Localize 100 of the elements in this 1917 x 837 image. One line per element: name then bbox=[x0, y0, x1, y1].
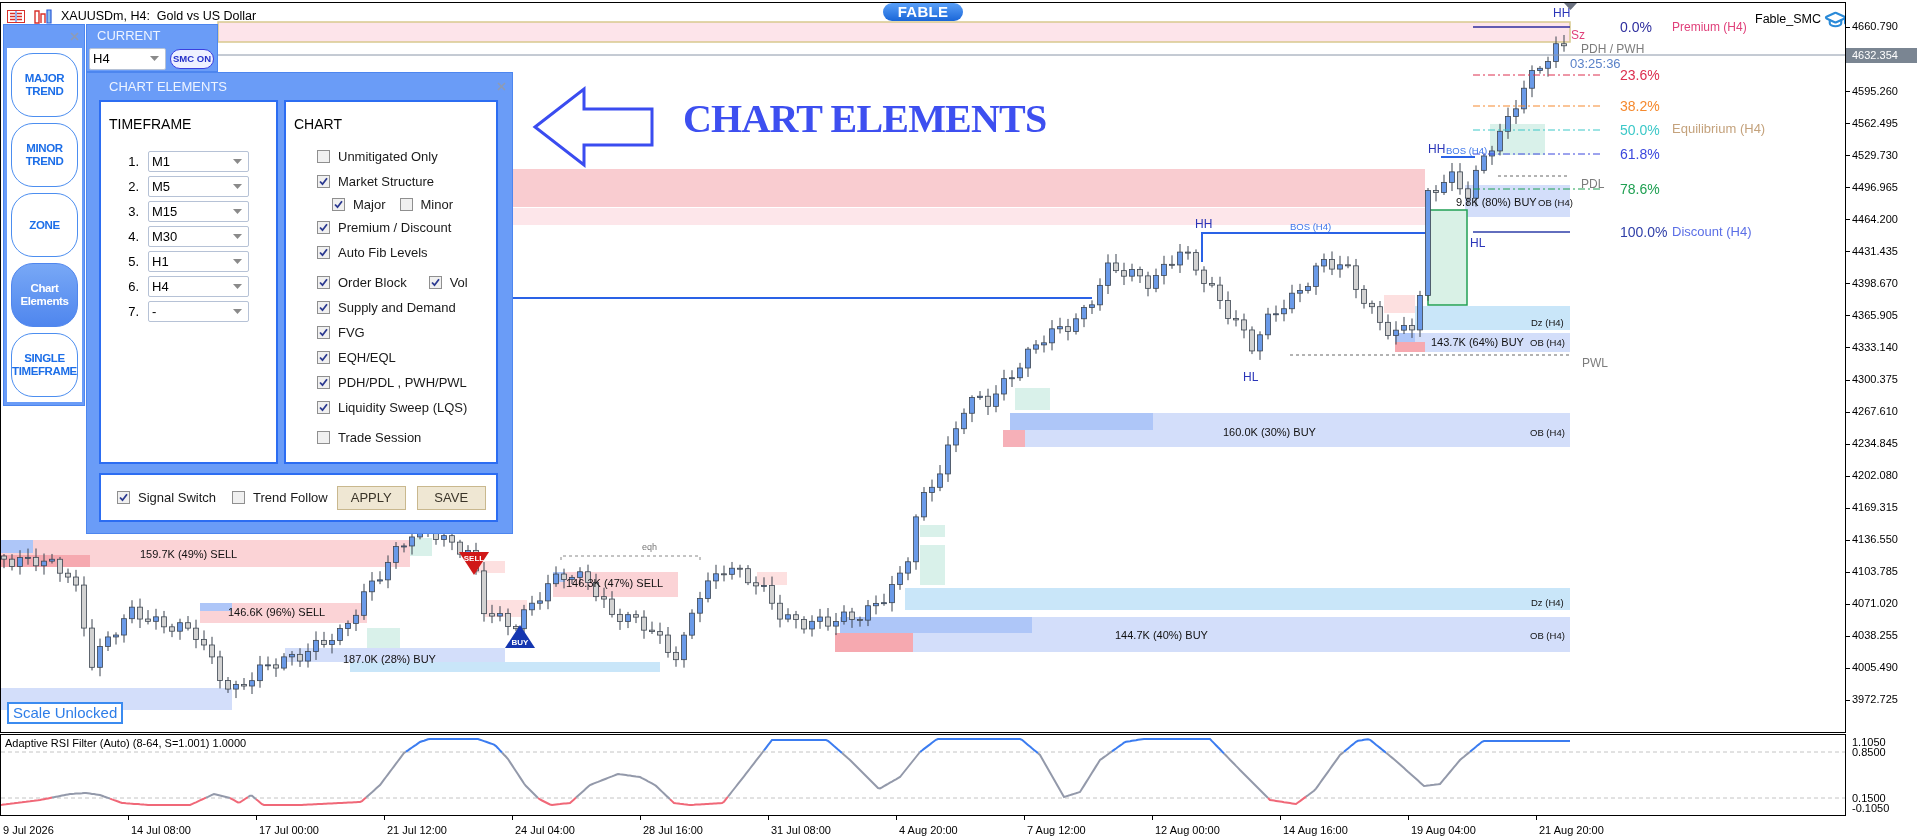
zone-tag: Dz (H4) bbox=[1531, 317, 1564, 328]
option-label: Unmitigated Only bbox=[338, 148, 438, 164]
fvg-zone bbox=[920, 525, 945, 537]
row-number: 4. bbox=[127, 229, 139, 244]
row-number: 7. bbox=[127, 304, 139, 319]
row-number: 1. bbox=[127, 154, 139, 169]
equilibrium-label: Equilibrium (H4) bbox=[1672, 122, 1766, 136]
left-arrow-icon bbox=[531, 85, 657, 169]
sell-signal-icon bbox=[459, 552, 489, 575]
structure-label: HH bbox=[1553, 6, 1571, 20]
price-label: 4038.255 bbox=[1852, 629, 1898, 643]
option-label: Vol bbox=[449, 274, 468, 290]
price-label: 4071.020 bbox=[1852, 597, 1898, 611]
row-number: 5. bbox=[127, 254, 139, 269]
price-label: 4365.905 bbox=[1852, 308, 1898, 322]
side-menu-button[interactable]: SINGLE TIMEFRAME bbox=[11, 333, 78, 397]
zone-volume-label: 187.0K (28%) BUY bbox=[343, 654, 436, 666]
fvg-zone bbox=[1015, 388, 1050, 410]
checkbox[interactable] bbox=[317, 325, 330, 339]
buy-signal-icon bbox=[505, 625, 535, 648]
price-label: 4267.610 bbox=[1852, 405, 1898, 419]
time-label: 17 Jul 00:00 bbox=[259, 824, 319, 836]
price-label: 4103.785 bbox=[1852, 565, 1898, 579]
premium-label: Premium (H4) bbox=[1672, 20, 1747, 34]
side-menu-button[interactable]: ZONE bbox=[11, 193, 78, 257]
indicator-axis-label: 1.1050 bbox=[1852, 737, 1886, 747]
indicator-title: Adaptive RSI Filter (Auto) (8-64, S=1.001) 1.0000 bbox=[5, 736, 247, 750]
checkbox[interactable] bbox=[399, 197, 413, 211]
timeframe-dropdown[interactable]: M5 bbox=[148, 176, 249, 197]
checkbox[interactable] bbox=[317, 275, 330, 289]
row-number: 2. bbox=[127, 179, 139, 194]
timeframe-dropdown[interactable]: M15 bbox=[148, 201, 249, 222]
option-label: Premium / Discount bbox=[338, 219, 452, 235]
checkbox[interactable] bbox=[317, 430, 330, 444]
price-label: 4562.495 bbox=[1852, 116, 1898, 130]
checkbox[interactable] bbox=[317, 245, 330, 259]
side-menu-button[interactable]: MAJOR TREND bbox=[11, 53, 78, 117]
checkbox[interactable] bbox=[117, 491, 130, 504]
checkbox[interactable] bbox=[428, 275, 442, 289]
zone-tag: OB (H4) bbox=[1530, 630, 1565, 641]
shift-marker-icon[interactable] bbox=[1564, 3, 1577, 10]
fib-level-label: 23.6% bbox=[1620, 67, 1660, 83]
fib-level-label: 61.8% bbox=[1620, 146, 1660, 162]
panel-button[interactable]: APPLY bbox=[336, 485, 406, 510]
level-label: PDL bbox=[1581, 177, 1605, 191]
structure-label: HH bbox=[1428, 142, 1446, 156]
caret-icon bbox=[233, 284, 242, 289]
callout-heading: CHART ELEMENTS bbox=[683, 99, 1047, 139]
fib-level-label: 78.6% bbox=[1620, 181, 1660, 197]
checkbox[interactable] bbox=[317, 174, 330, 188]
box-title: CHART bbox=[294, 115, 342, 134]
side-menu-button[interactable]: MINOR TREND bbox=[11, 123, 78, 187]
time-label: 12 Aug 00:00 bbox=[1155, 824, 1220, 836]
caret-icon bbox=[233, 184, 242, 189]
checkbox[interactable] bbox=[317, 350, 330, 364]
box-title: TIMEFRAME bbox=[109, 115, 192, 134]
timeframe-dropdown[interactable]: H4 bbox=[148, 276, 249, 297]
checkbox[interactable] bbox=[317, 220, 330, 234]
premium-label: Sz bbox=[1571, 28, 1585, 42]
option-label: Trend Follow bbox=[253, 490, 328, 505]
order-block-zone bbox=[1, 540, 33, 553]
timeframe-dropdown[interactable]: M30 bbox=[148, 226, 249, 247]
panel-title: CHART ELEMENTS bbox=[109, 79, 227, 94]
time-label: 14 Jul 08:00 bbox=[131, 824, 191, 836]
option-label: Major bbox=[353, 196, 386, 212]
timeframe-dropdown[interactable]: H1 bbox=[148, 251, 249, 272]
zone-volume-label: 146.6K (96%) SELL bbox=[228, 607, 326, 619]
price-label: 4660.790 bbox=[1852, 20, 1898, 34]
structure-label: HL bbox=[1470, 236, 1486, 250]
title-badge: FABLE bbox=[883, 3, 963, 21]
checkbox[interactable] bbox=[317, 149, 330, 163]
zone-volume-label: 160.0K (30%) BUY bbox=[1223, 427, 1316, 439]
option-label: EQH/EQL bbox=[338, 349, 396, 365]
checkbox[interactable] bbox=[317, 375, 330, 389]
chart-icon bbox=[34, 9, 52, 24]
timeframe-dropdown[interactable]: H4 bbox=[89, 47, 166, 70]
structure-label: HL bbox=[1243, 370, 1259, 384]
time-label: 21 Jul 12:00 bbox=[387, 824, 447, 836]
timeframe-dropdown[interactable]: M1 bbox=[148, 151, 249, 172]
price-label: 4496.965 bbox=[1852, 180, 1898, 194]
checkbox[interactable] bbox=[317, 400, 330, 414]
indicator-axis-label: 0.1500 bbox=[1852, 793, 1886, 803]
time-label: 24 Jul 04:00 bbox=[515, 824, 575, 836]
indicator-axis-label: 0.8500 bbox=[1852, 747, 1886, 757]
time-label: 14 Aug 16:00 bbox=[1283, 824, 1348, 836]
zone-tag: OB (H4) bbox=[1530, 337, 1565, 348]
checkbox[interactable] bbox=[332, 197, 345, 211]
price-label: 4300.375 bbox=[1852, 373, 1898, 386]
checkbox[interactable] bbox=[232, 491, 246, 504]
price-label: 4529.730 bbox=[1852, 148, 1898, 162]
signal-label: BUY bbox=[510, 638, 530, 647]
signal-label: SELL bbox=[462, 554, 486, 563]
option-label: Minor bbox=[420, 196, 454, 212]
panel-button[interactable]: SAVE bbox=[416, 485, 486, 510]
smc-toggle-button[interactable]: SMC ON bbox=[170, 48, 214, 69]
checkbox[interactable] bbox=[317, 300, 330, 314]
zone-volume-label: 144.7K (40%) BUY bbox=[1115, 630, 1208, 642]
caret-icon bbox=[233, 209, 242, 214]
timeframe-dropdown[interactable]: - bbox=[148, 301, 249, 322]
price-label: 4333.140 bbox=[1852, 340, 1898, 354]
